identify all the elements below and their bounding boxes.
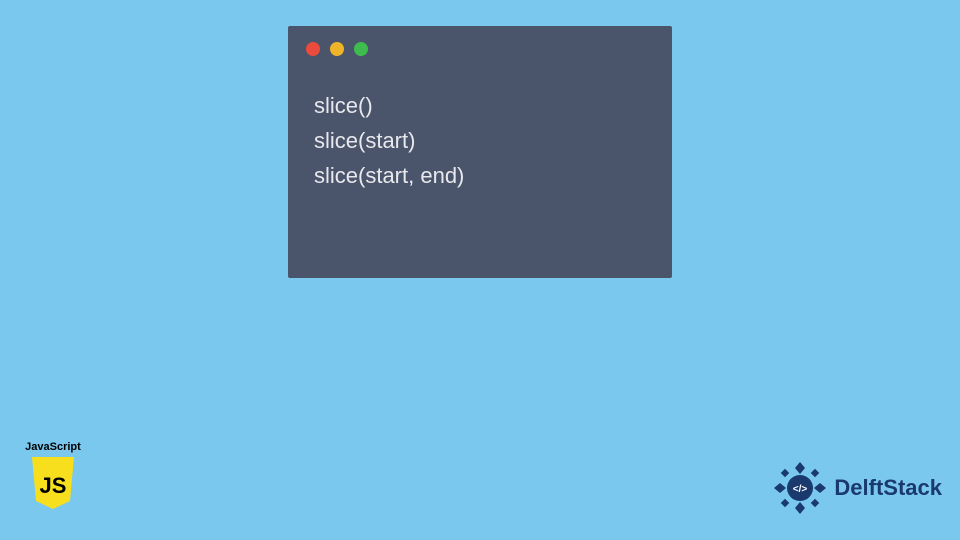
code-line: slice(start, end) bbox=[314, 158, 646, 193]
minimize-icon bbox=[330, 42, 344, 56]
delftstack-name: DelftStack bbox=[834, 475, 942, 501]
code-body: slice() slice(start) slice(start, end) bbox=[288, 56, 672, 194]
svg-text:JS: JS bbox=[40, 473, 67, 498]
window-traffic-lights bbox=[288, 26, 672, 56]
close-icon bbox=[306, 42, 320, 56]
javascript-shield-icon: JS bbox=[28, 455, 78, 511]
delftstack-badge: </> DelftStack bbox=[772, 460, 942, 516]
javascript-badge: JavaScript JS bbox=[22, 441, 84, 516]
delftstack-logo-icon: </> bbox=[772, 460, 828, 516]
javascript-label: JavaScript bbox=[22, 441, 84, 453]
code-window: slice() slice(start) slice(start, end) bbox=[288, 26, 672, 278]
code-line: slice() bbox=[314, 88, 646, 123]
code-line: slice(start) bbox=[314, 123, 646, 158]
maximize-icon bbox=[354, 42, 368, 56]
svg-text:</>: </> bbox=[793, 484, 808, 495]
